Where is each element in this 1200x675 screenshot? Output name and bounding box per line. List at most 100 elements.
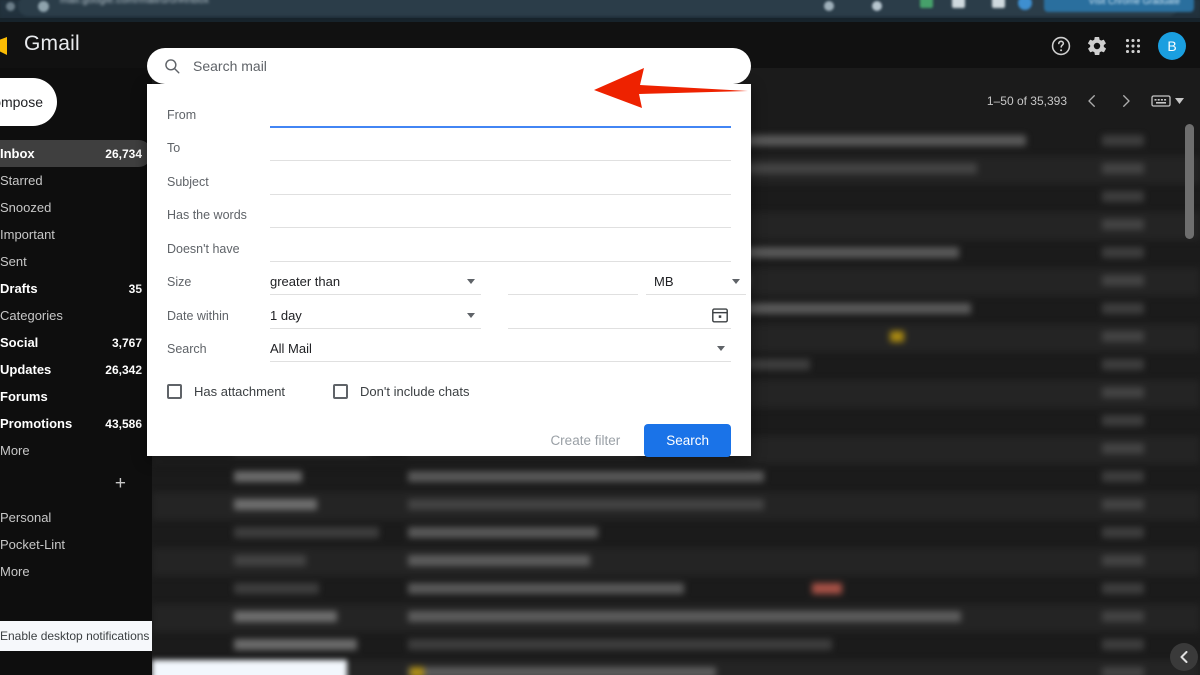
row-label-chip — [812, 583, 842, 594]
checkbox-box — [167, 384, 182, 399]
browser-promo-label: Visit Chrome Graduate — [1089, 0, 1180, 6]
sidebar-item-count: 26,734 — [105, 147, 142, 161]
help-icon[interactable] — [1050, 35, 1072, 57]
row-date-text — [1102, 499, 1144, 510]
sidebar-item-count: 3,767 — [112, 336, 142, 350]
browser-url-text: mail.google.com/mail/u/0/#inbox — [60, 0, 209, 6]
gmail-logo[interactable]: Gmail — [0, 31, 80, 57]
chevron-down-icon — [467, 313, 475, 318]
table-row[interactable] — [152, 492, 1200, 520]
sidebar-item-updates[interactable]: Updates26,342 — [0, 356, 152, 383]
sidebar-item-more[interactable]: More — [0, 437, 152, 464]
has-the-words-input[interactable] — [270, 202, 731, 228]
size-unit-value: MB — [654, 274, 674, 289]
size-amount-input[interactable] — [508, 269, 638, 295]
row-subject-text — [408, 611, 961, 622]
chevron-left-icon — [1179, 651, 1189, 663]
chevron-down-icon — [717, 346, 725, 351]
row-date-text — [1102, 163, 1144, 174]
from-input[interactable] — [270, 102, 731, 128]
sidebar-item-starred[interactable]: Starred — [0, 167, 152, 194]
extension-icon[interactable] — [992, 0, 1005, 8]
sidebar-item-inbox[interactable]: Inbox 26,734 — [0, 140, 152, 167]
account-avatar[interactable]: B — [1158, 32, 1186, 60]
date-range-select[interactable]: 1 day — [270, 303, 481, 329]
sidebar-item-label: Important — [0, 227, 55, 242]
apps-grid-icon[interactable] — [1122, 35, 1144, 57]
screenshot-root: mail.google.com/mail/u/0/#inbox Visit Ch… — [0, 0, 1200, 675]
size-unit-select[interactable]: MB — [646, 269, 746, 295]
date-value-input[interactable] — [508, 303, 704, 329]
table-row[interactable] — [152, 548, 1200, 576]
site-info-icon[interactable] — [38, 1, 49, 12]
chevron-right-icon[interactable] — [1117, 92, 1135, 110]
table-row[interactable] — [152, 632, 1200, 660]
to-input[interactable] — [270, 135, 731, 161]
sidebar-item-label: Social — [0, 335, 38, 350]
list-scrollbar[interactable] — [1185, 124, 1194, 671]
compose-label: Compose — [0, 94, 43, 110]
subject-input[interactable] — [270, 169, 731, 195]
date-range-value: 1 day — [270, 308, 302, 323]
bookmark-star-icon[interactable] — [824, 1, 834, 11]
dont-include-chats-checkbox[interactable]: Don't include chats — [333, 384, 469, 399]
checkbox-box — [333, 384, 348, 399]
compose-button[interactable]: Compose — [0, 78, 57, 126]
table-row[interactable] — [152, 576, 1200, 604]
extension-icon[interactable] — [920, 0, 933, 8]
row-date-text — [1102, 247, 1144, 258]
sidebar-item-sent[interactable]: Sent — [0, 248, 152, 275]
sidebar: Compose Inbox 26,734 Starred Snoozed Importa… — [0, 68, 152, 675]
plus-icon[interactable]: + — [115, 473, 126, 495]
calendar-icon[interactable] — [711, 306, 729, 324]
size-operator-value: greater than — [270, 274, 340, 289]
sidebar-item-label: Inbox — [0, 146, 35, 161]
sidebar-item-label: Sent — [0, 254, 27, 269]
search-scope-select[interactable]: All Mail — [270, 336, 731, 362]
input-tools-button[interactable] — [1151, 94, 1184, 108]
has-attachment-checkbox[interactable]: Has attachment — [167, 384, 285, 399]
sidebar-item-categories[interactable]: Categories — [0, 302, 152, 329]
sidebar-item-social[interactable]: Social 3,767 — [0, 329, 152, 356]
row-date-text — [1102, 415, 1144, 426]
extension-icon[interactable] — [952, 0, 965, 8]
gear-icon[interactable] — [1086, 35, 1108, 57]
sidebar-item-count: 35 — [129, 282, 142, 296]
search-input-placeholder: Search mail — [193, 58, 267, 74]
table-row[interactable] — [152, 464, 1200, 492]
doesnt-have-input[interactable] — [270, 236, 731, 262]
sidebar-item-pocket-lint[interactable]: Pocket-Lint — [0, 531, 152, 558]
sidebar-item-snoozed[interactable]: Snoozed — [0, 194, 152, 221]
table-row[interactable] — [152, 520, 1200, 548]
row-date-text — [1102, 359, 1144, 370]
desktop-notification-bar[interactable]: Enable desktop notifications for G — [0, 621, 152, 651]
sidebar-item-promotions[interactable]: Promotions43,586 — [0, 410, 152, 437]
browser-back-icon[interactable] — [6, 2, 15, 11]
size-operator-select[interactable]: greater than — [270, 269, 481, 295]
sidebar-nav: Inbox 26,734 Starred Snoozed Important Sent Dr… — [0, 140, 152, 585]
sidebar-item-personal[interactable]: Personal — [0, 504, 152, 531]
row-date-text — [1102, 639, 1144, 650]
scrollbar-thumb[interactable] — [1185, 124, 1194, 239]
sidebar-item-label: Forums — [0, 389, 48, 404]
sidebar-item-forums[interactable]: Forums — [0, 383, 152, 410]
sidebar-item-more[interactable]: More — [0, 558, 152, 585]
sidebar-item-label: Starred — [0, 173, 43, 188]
header-actions: B — [1050, 32, 1186, 60]
sidebar-item-drafts[interactable]: Drafts 35 — [0, 275, 152, 302]
chevron-down-icon — [1175, 98, 1184, 104]
collapse-panel-button[interactable] — [1170, 643, 1198, 671]
pin-icon[interactable] — [872, 1, 882, 11]
dont-include-chats-label: Don't include chats — [360, 384, 469, 399]
field-row-date-within: Date within 1 day — [167, 299, 731, 333]
chevron-left-icon[interactable] — [1083, 92, 1101, 110]
table-row[interactable] — [152, 604, 1200, 632]
search-button[interactable]: Search — [644, 424, 731, 457]
chevron-down-icon — [732, 279, 740, 284]
sidebar-item-label: Drafts — [0, 281, 38, 296]
sidebar-item-important[interactable]: Important — [0, 221, 152, 248]
create-filter-button[interactable]: Create filter — [544, 425, 626, 456]
row-sender-text — [234, 639, 357, 650]
date-value-wrapper — [508, 303, 731, 329]
search-mail-bar[interactable]: Search mail — [147, 48, 751, 84]
